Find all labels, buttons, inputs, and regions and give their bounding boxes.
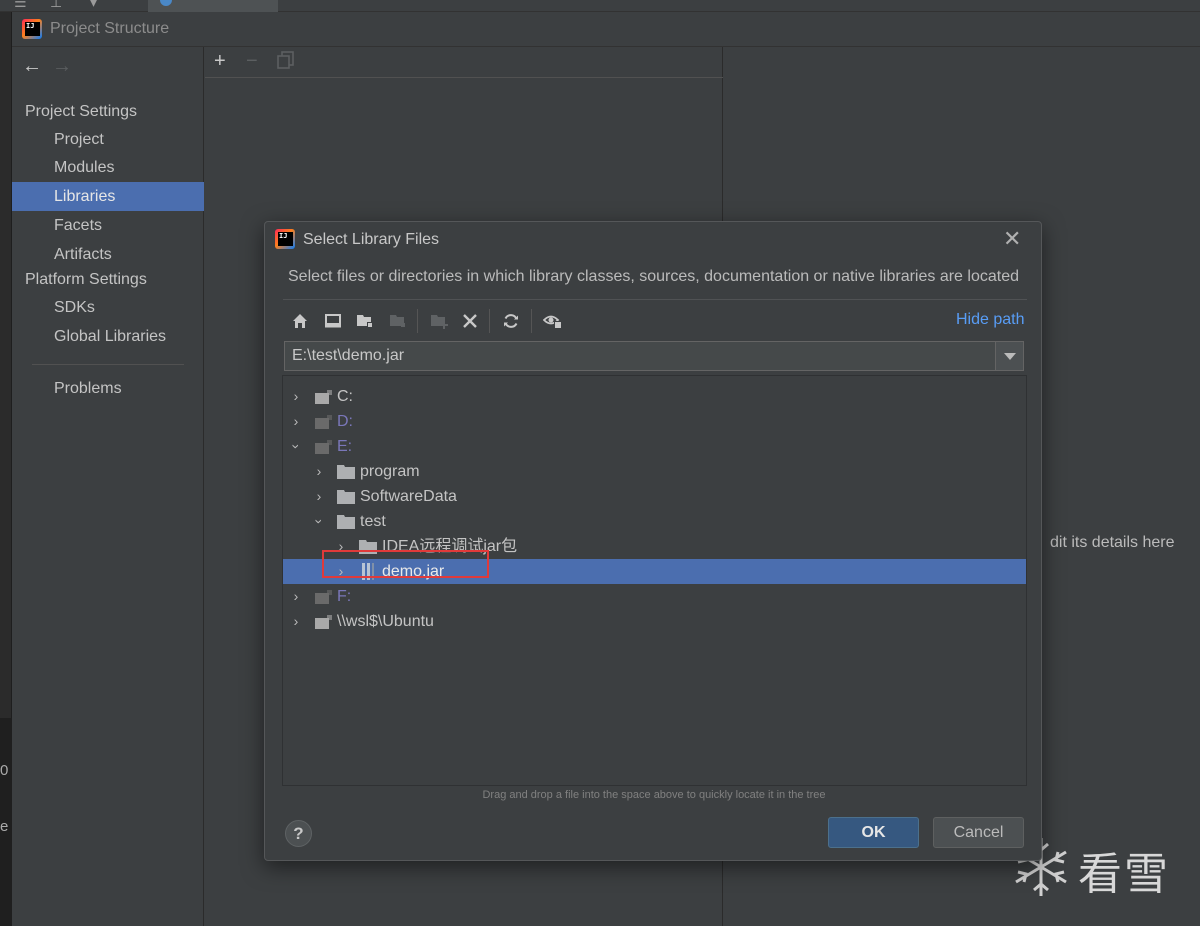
toolbar-separator: [489, 309, 490, 333]
tree-label: test: [360, 513, 386, 530]
toolbar-separator: [417, 309, 418, 333]
drive-icon: [315, 390, 332, 404]
back-arrow-icon[interactable]: ←: [22, 55, 42, 77]
chevron-down-icon[interactable]: ›: [307, 515, 332, 529]
settings-sidebar: ← → Project Settings Project Modules Libr…: [12, 47, 204, 926]
divider: [283, 299, 1027, 300]
sidebar-item-sdks[interactable]: SDKs: [12, 293, 204, 322]
sidebar-item-libraries[interactable]: Libraries: [12, 182, 204, 211]
path-combobox: [284, 341, 1024, 371]
tree-label: F:: [337, 588, 352, 605]
tree-label: E:: [337, 438, 353, 455]
delete-icon[interactable]: [459, 310, 481, 332]
tree-label: C:: [337, 388, 353, 405]
tree-row-d[interactable]: › D:: [283, 409, 1026, 434]
sidebar-item-artifacts[interactable]: Artifacts: [12, 240, 204, 269]
watermark-text: 看雪: [1078, 849, 1170, 900]
module-folder-icon[interactable]: [387, 310, 409, 332]
tree-row-wsl[interactable]: › \\wsl$\Ubuntu: [283, 609, 1026, 634]
libraries-toolbar: + −: [205, 47, 723, 78]
add-icon[interactable]: +: [214, 50, 226, 73]
highlight-annotation-box: [322, 550, 489, 578]
drag-drop-hint: Drag and drop a file into the space abov…: [482, 789, 826, 801]
intellij-logo-icon: [275, 229, 295, 249]
left-edge-char: 0: [0, 762, 9, 779]
section-project-settings: Project Settings: [25, 103, 138, 120]
chevron-right-icon[interactable]: ›: [289, 609, 303, 634]
chevron-right-icon[interactable]: ›: [289, 384, 303, 409]
dialog-description: Select files or directories in which lib…: [288, 268, 1019, 285]
dialog-title: Select Library Files: [303, 231, 440, 248]
menu-icon[interactable]: ☰: [14, 0, 27, 11]
pin-icon[interactable]: ⊥: [50, 0, 62, 11]
sidebar-item-facets[interactable]: Facets: [12, 211, 204, 240]
folder-icon: [337, 515, 355, 529]
tree-row-c[interactable]: › C:: [283, 384, 1026, 409]
project-folder-icon[interactable]: [354, 310, 376, 332]
tree-label: D:: [337, 413, 353, 430]
drive-icon: [315, 615, 332, 629]
select-library-files-dialog: Select Library Files ✕ Select files or d…: [264, 221, 1042, 861]
remove-icon[interactable]: −: [246, 50, 258, 73]
ide-left-edge: 0 e: [0, 12, 12, 926]
copy-icon[interactable]: [277, 51, 295, 75]
chevron-right-icon[interactable]: ›: [289, 584, 303, 609]
tree-label: program: [360, 463, 420, 480]
sidebar-item-modules[interactable]: Modules: [12, 153, 204, 182]
drive-icon: [315, 440, 332, 454]
left-edge-char: e: [0, 818, 9, 835]
tree-row-program[interactable]: › program: [283, 459, 1026, 484]
drive-icon: [315, 590, 332, 604]
chevron-down-icon[interactable]: [995, 342, 1023, 370]
title-bar: Project Structure: [12, 12, 1200, 47]
ok-button[interactable]: OK: [828, 817, 919, 848]
file-chooser-toolbar: [283, 306, 1027, 336]
chevron-down-icon[interactable]: ›: [284, 440, 309, 454]
path-field[interactable]: [285, 342, 995, 370]
desktop-icon[interactable]: [322, 310, 344, 332]
drive-icon: [315, 415, 332, 429]
tree-row-f[interactable]: › F:: [283, 584, 1026, 609]
show-hidden-icon[interactable]: [542, 310, 564, 332]
folder-icon: [337, 465, 355, 479]
tree-row-softwaredata[interactable]: › SoftwareData: [283, 484, 1026, 509]
refresh-icon[interactable]: [500, 310, 522, 332]
sidebar-divider: [32, 364, 184, 365]
hide-path-link[interactable]: Hide path: [956, 311, 1025, 329]
toolbar-separator: [531, 309, 532, 333]
details-hint: dit its details here: [1050, 534, 1175, 551]
chevron-right-icon[interactable]: ›: [312, 459, 326, 484]
home-icon[interactable]: [289, 310, 311, 332]
tree-row-e[interactable]: › E:: [283, 434, 1026, 459]
cancel-button[interactable]: Cancel: [933, 817, 1024, 848]
close-icon[interactable]: ✕: [1003, 226, 1021, 252]
chevron-right-icon[interactable]: ›: [312, 484, 326, 509]
intellij-logo-icon: [22, 19, 42, 39]
chevron-right-icon[interactable]: ›: [289, 409, 303, 434]
top-tab-strip: ☰ ⊥ ▾: [0, 0, 1200, 12]
tree-label: \\wsl$\Ubuntu: [337, 613, 434, 630]
nav-arrows: ← →: [22, 55, 72, 78]
window-title: Project Structure: [50, 20, 170, 37]
dropdown-icon[interactable]: ▾: [90, 0, 97, 11]
file-tree[interactable]: › C: › D: › E: › program › SoftwareData …: [282, 375, 1027, 786]
section-platform-settings: Platform Settings: [25, 271, 147, 288]
new-folder-icon[interactable]: [428, 310, 450, 332]
forward-arrow-icon[interactable]: →: [52, 55, 72, 77]
sidebar-item-project[interactable]: Project: [12, 125, 204, 154]
tree-row-test[interactable]: › test: [283, 509, 1026, 534]
sidebar-item-problems[interactable]: Problems: [12, 374, 204, 403]
sidebar-item-global-libraries[interactable]: Global Libraries: [12, 322, 204, 351]
tree-label: SoftwareData: [360, 488, 457, 505]
help-button[interactable]: ?: [285, 820, 312, 847]
folder-icon: [337, 490, 355, 504]
